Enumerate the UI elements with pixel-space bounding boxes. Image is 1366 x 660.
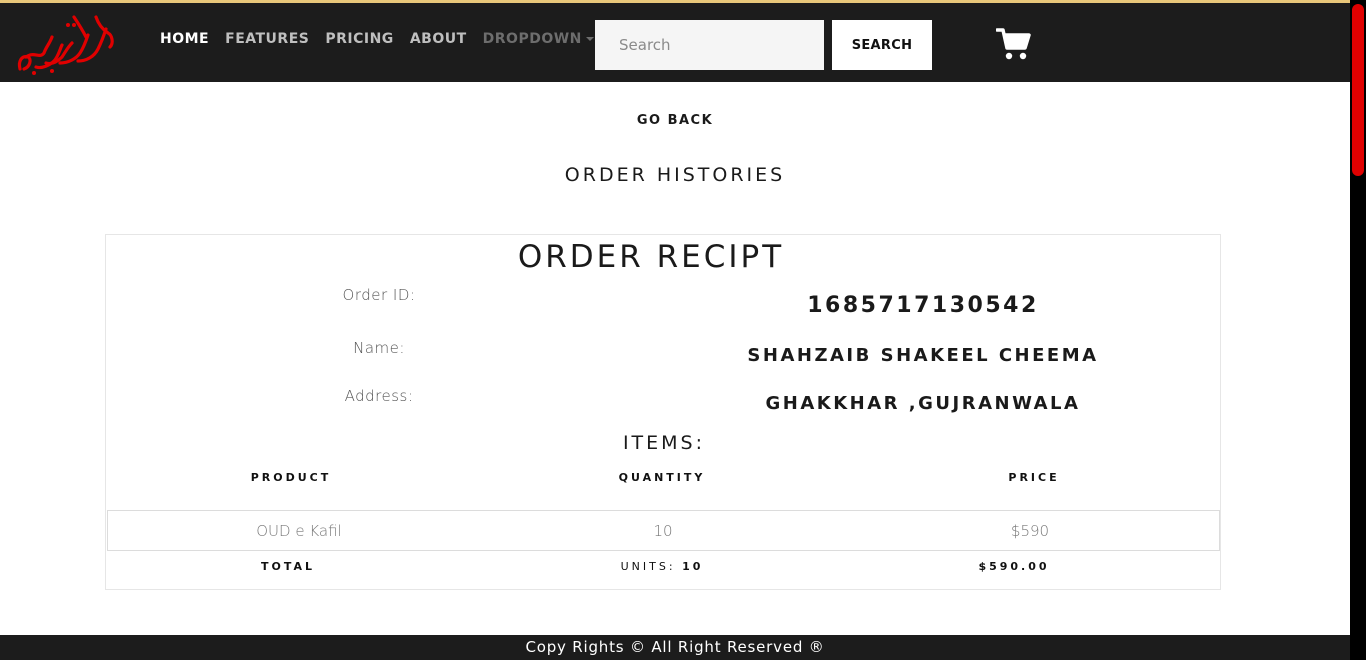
nav-dropdown[interactable]: DROPDOWN bbox=[483, 31, 594, 47]
nav-features[interactable]: FEATURES bbox=[225, 31, 309, 47]
scrollbar-thumb[interactable] bbox=[1352, 4, 1364, 176]
total-label: TOTAL bbox=[260, 560, 316, 573]
page-title: ORDER HISTORIES bbox=[564, 164, 786, 186]
nav-about[interactable]: ABOUT bbox=[410, 31, 467, 47]
customer-address: GHAKKHAR ,GUJRANWALA bbox=[765, 393, 1081, 414]
item-quantity: 10 bbox=[653, 522, 673, 540]
units-value: 10 bbox=[682, 560, 704, 573]
customer-name: SHAHZAIB SHAKEEL CHEEMA bbox=[747, 345, 1099, 366]
col-price: PRICE bbox=[1008, 471, 1060, 484]
go-back-link[interactable]: GO BACK bbox=[0, 113, 1350, 128]
units-label: UNITS: bbox=[620, 560, 676, 573]
search-button[interactable]: SEARCH bbox=[832, 20, 932, 70]
caret-down-icon bbox=[585, 37, 594, 41]
nav-dropdown-label: DROPDOWN bbox=[482, 31, 582, 47]
order-receipt-card: ORDER RECIPT Order ID: 1685717130542 Nam… bbox=[105, 234, 1221, 590]
col-product: PRODUCT bbox=[250, 471, 332, 484]
footer: Copy Rights © All Right Reserved ® bbox=[0, 635, 1350, 660]
navbar: HOME FEATURES PRICING ABOUT DROPDOWN SEA… bbox=[0, 0, 1350, 82]
footer-copyright: Copy Rights © All Right Reserved ® bbox=[525, 638, 825, 656]
brand-logo-calligraphy bbox=[17, 15, 114, 75]
order-id-value: 1685717130542 bbox=[807, 293, 1039, 318]
nav-pricing[interactable]: PRICING bbox=[325, 31, 393, 47]
receipt-title: ORDER RECIPT bbox=[517, 239, 785, 275]
order-id-label: Order ID: bbox=[342, 286, 416, 304]
total-units: UNITS: 10 bbox=[512, 560, 812, 573]
main-nav: HOME FEATURES PRICING ABOUT DROPDOWN bbox=[160, 31, 610, 47]
total-amount: $590.00 bbox=[978, 560, 1050, 573]
brand-logo[interactable] bbox=[16, 7, 116, 79]
search-input[interactable] bbox=[595, 20, 824, 70]
items-heading: ITEMS: bbox=[622, 432, 706, 454]
table-row: OUD e Kafil 10 $590 bbox=[107, 510, 1220, 551]
item-product: OUD e Kafil bbox=[256, 522, 342, 540]
nav-home[interactable]: HOME bbox=[160, 31, 209, 47]
address-label: Address: bbox=[344, 387, 414, 405]
col-quantity: QUANTITY bbox=[618, 471, 706, 484]
cart-icon[interactable] bbox=[995, 27, 1032, 61]
name-label: Name: bbox=[353, 339, 405, 357]
total-row: TOTAL UNITS: 10 $590.00 bbox=[106, 551, 1220, 589]
item-price: $590 bbox=[1010, 522, 1050, 540]
